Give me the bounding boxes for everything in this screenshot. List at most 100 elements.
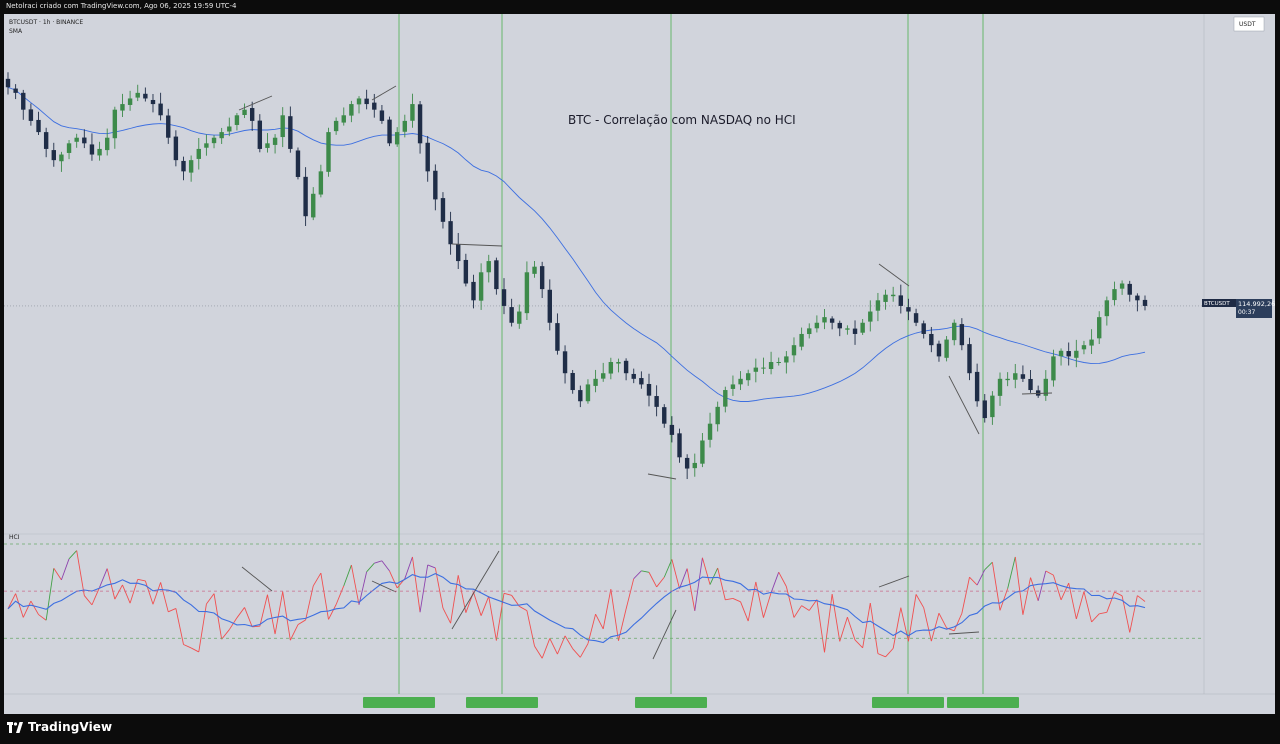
candle-body (662, 407, 667, 424)
candle-body (1013, 373, 1018, 380)
trend-line (371, 85, 397, 101)
hci-segment (938, 612, 947, 629)
hci-segment (900, 607, 909, 642)
candle-body (51, 150, 56, 161)
candle-body (852, 328, 858, 334)
candle-body (944, 339, 949, 358)
candle-body (982, 400, 987, 419)
candle-body (311, 193, 316, 218)
hci-segment (564, 635, 574, 649)
symbol-legend[interactable]: BTCUSDT · 1h · BINANCE (9, 19, 83, 26)
candle-body (135, 92, 140, 98)
hci-segment (358, 571, 368, 605)
candle-body (677, 433, 682, 458)
hci-segment (343, 564, 352, 587)
hci-segment (282, 591, 291, 641)
candle-body (730, 384, 736, 389)
candle-body (990, 395, 995, 418)
candle-body (745, 373, 751, 381)
hci-segment (709, 567, 719, 585)
trend-line (878, 263, 910, 287)
candle-body (59, 154, 64, 162)
hci-trend-line (241, 566, 273, 592)
candle-body (1112, 289, 1117, 301)
candle-body (28, 109, 34, 121)
hci-segment (763, 592, 772, 618)
hci-trend-line (948, 631, 980, 635)
hci-segment (320, 572, 329, 620)
hci-segment (648, 572, 658, 588)
hci-segment (602, 589, 612, 629)
candle-body (501, 289, 507, 306)
hci-segment (168, 608, 177, 613)
hci-segment (76, 550, 85, 596)
candle-body (112, 109, 118, 139)
hci-segment (274, 591, 284, 635)
hci-segment (442, 607, 451, 624)
candle-body (807, 328, 812, 335)
candle-body (890, 294, 896, 297)
snapshot-caption: Netolraci criado com TradingView.com, Ag… (6, 2, 237, 10)
hci-segment (656, 576, 665, 588)
hci-segment (625, 578, 635, 610)
candle-body (425, 142, 430, 172)
candle-body (761, 367, 766, 369)
candle-body (13, 88, 18, 93)
hci-trend-line (652, 609, 677, 660)
candles-layer (5, 72, 1148, 480)
candle-body (295, 150, 301, 177)
hci-segment (831, 594, 841, 642)
candle-body (837, 322, 842, 329)
hci-legend[interactable]: HCI (9, 534, 20, 541)
hci-segment (1083, 591, 1093, 623)
hci-segment (725, 597, 734, 601)
hci-segment (160, 582, 169, 612)
candle-body (326, 132, 331, 172)
hci-segment (770, 572, 780, 593)
candle-body (204, 143, 209, 148)
chart-canvas[interactable]: BTCUSDT · 1h · BINANCE SMA HCI BTC - Cor… (4, 14, 1275, 714)
candle-body (410, 104, 415, 121)
candle-body (570, 372, 575, 391)
candle-body (127, 98, 133, 105)
candle-body (333, 120, 339, 132)
last-price-symbol: BTCUSDT (1204, 301, 1230, 307)
hci-segment (641, 570, 650, 573)
hci-segment (686, 568, 696, 611)
hci-segment (450, 575, 459, 624)
tradingview-logo[interactable]: TradingView (7, 720, 112, 734)
candle-body (181, 160, 186, 172)
hci-segment (740, 601, 749, 622)
candle-body (1058, 350, 1064, 357)
hci-segment (801, 605, 810, 611)
hci-segment (99, 568, 108, 588)
candle-body (82, 137, 87, 144)
currency-badge[interactable]: USDT (1233, 16, 1265, 32)
candle-body (532, 266, 537, 274)
hci-segment (587, 614, 597, 644)
hci-segment (206, 593, 215, 605)
candle-body (906, 307, 911, 312)
hci-segment (480, 596, 490, 616)
candle-body (814, 322, 820, 329)
trend-line (647, 473, 677, 480)
hci-segment (297, 619, 306, 626)
hci-segment (579, 643, 589, 658)
hci-segment (267, 594, 276, 635)
hci-segment (778, 571, 787, 587)
hci-segment (38, 614, 47, 621)
candle-body (379, 110, 385, 121)
chart-panel[interactable]: BTCUSDT · 1h · BINANCE SMA HCI BTC - Cor… (4, 14, 1275, 714)
sma-line-path (7, 86, 1146, 402)
candle-body (692, 462, 697, 469)
time-badge (947, 697, 1019, 708)
hci-segment (541, 638, 551, 659)
candle-body (471, 281, 476, 301)
candle-body (1089, 339, 1094, 346)
candle-body (318, 171, 324, 195)
candle-body (967, 344, 972, 374)
candle-body (440, 198, 446, 222)
hci-segment (389, 570, 398, 589)
hci-segment (1052, 574, 1062, 601)
sma-legend[interactable]: SMA (9, 28, 23, 35)
